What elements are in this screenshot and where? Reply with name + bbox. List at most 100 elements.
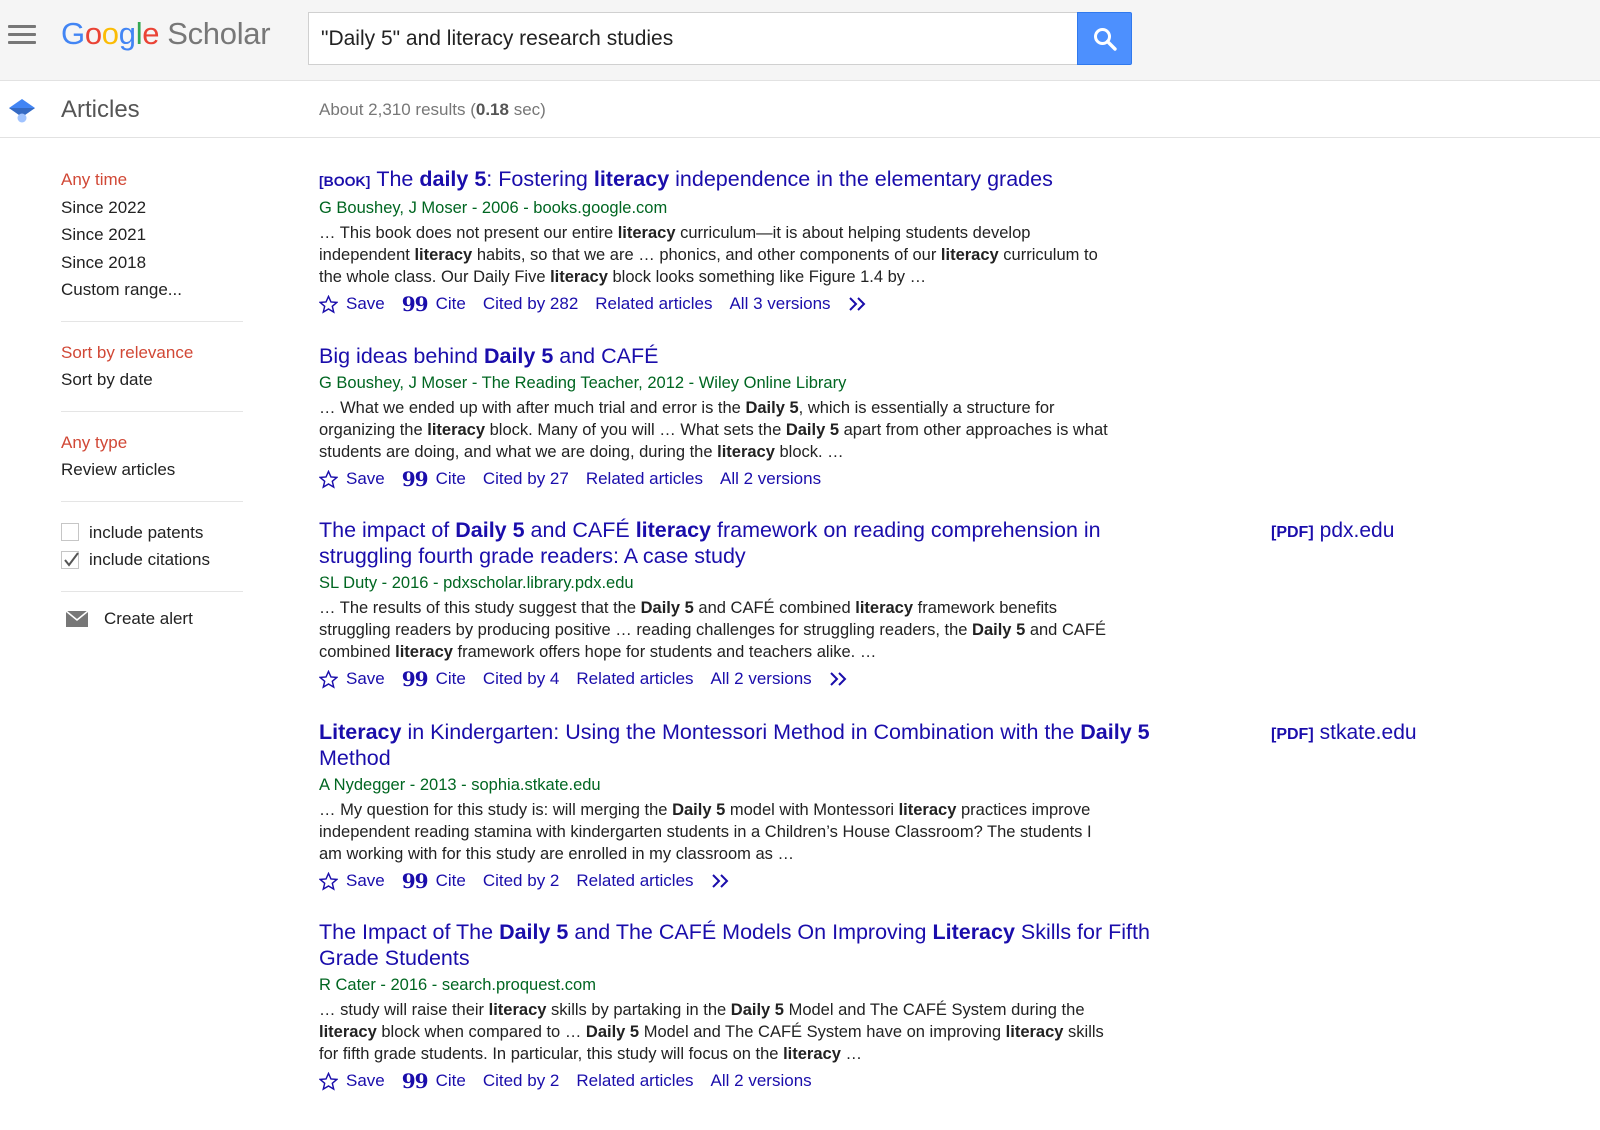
divider — [61, 590, 243, 592]
result-title[interactable]: The Impact of The Daily 5 and The CAFÉ M… — [319, 919, 1159, 971]
filter-any-time[interactable]: Any time — [61, 166, 243, 194]
cite-button[interactable]: 99 Cite — [402, 469, 466, 489]
star-icon — [319, 669, 338, 689]
create-alert-label: Create alert — [104, 608, 193, 628]
double-chevron-icon[interactable] — [829, 671, 851, 687]
result-meta: SL Duty - 2016 - pdxscholar.library.pdx.… — [319, 574, 634, 592]
cited-by-link[interactable]: Cited by 282 — [483, 294, 578, 314]
checkmark-icon — [64, 552, 79, 567]
search-result: Big ideas behind Daily 5 and CAFÉ G Bous… — [319, 343, 1219, 490]
sort-by-date[interactable]: Sort by date — [61, 366, 243, 394]
include-citations-checkbox[interactable]: include citations — [61, 546, 243, 574]
related-articles-link[interactable]: Related articles — [576, 871, 693, 891]
search-result: The impact of Daily 5 and CAFÉ literacy … — [319, 517, 1219, 690]
include-patents-checkbox[interactable]: include patents — [61, 519, 243, 547]
cite-button[interactable]: 99 Cite — [402, 871, 466, 891]
result-actions: Save 99 Cite Cited by 2 Related articles — [319, 870, 1219, 892]
related-articles-link[interactable]: Related articles — [576, 1071, 693, 1091]
result-meta: R Cater - 2016 - search.proquest.com — [319, 976, 596, 994]
cited-by-link[interactable]: Cited by 2 — [483, 1071, 560, 1091]
result-actions: Save 99 Cite Cited by 4 Related articles … — [319, 668, 1219, 690]
result-meta: G Boushey, J Moser - The Reading Teacher… — [319, 374, 847, 392]
result-snippet: … study will raise their literacy skills… — [319, 1001, 1104, 1063]
divider — [61, 410, 243, 412]
filter-custom-range[interactable]: Custom range... — [61, 276, 243, 304]
search-result: The Impact of The Daily 5 and The CAFÉ M… — [319, 919, 1219, 1092]
result-snippet: … This book does not present our entire … — [319, 224, 1098, 286]
star-icon — [319, 469, 338, 489]
results-count: About 2,310 results (0.18 sec) — [319, 100, 546, 119]
result-title[interactable]: [BOOK] The daily 5: Fostering literacy in… — [319, 166, 1159, 194]
result-actions: Save 99 Cite Cited by 27 Related articles… — [319, 468, 1219, 490]
save-button[interactable]: Save — [319, 469, 385, 489]
quote-icon: 99 — [401, 666, 429, 691]
quote-icon: 99 — [401, 1068, 429, 1093]
pdf-domain: stkate.edu — [1319, 721, 1417, 744]
top-bar: Google Scholar — [0, 0, 1600, 81]
quote-icon: 99 — [401, 466, 429, 491]
result-title[interactable]: The impact of Daily 5 and CAFÉ literacy … — [319, 517, 1159, 569]
save-button[interactable]: Save — [319, 669, 385, 689]
result-meta: A Nydegger - 2013 - sophia.stkate.edu — [319, 776, 601, 794]
sub-bar: Articles About 2,310 results (0.18 sec) — [0, 81, 1600, 138]
result-snippet: … The results of this study suggest that… — [319, 599, 1106, 661]
related-articles-link[interactable]: Related articles — [595, 294, 712, 314]
sort-by-relevance[interactable]: Sort by relevance — [61, 339, 243, 367]
section-title: Articles — [61, 96, 140, 123]
result-snippet: … What we ended up with after much trial… — [319, 399, 1108, 461]
cite-button[interactable]: 99 Cite — [402, 1071, 466, 1091]
star-icon — [319, 294, 338, 314]
graduation-cap-icon[interactable] — [8, 96, 36, 124]
search-result: [BOOK] The daily 5: Fostering literacy in… — [319, 166, 1219, 315]
versions-link[interactable]: All 2 versions — [711, 669, 812, 689]
cite-button[interactable]: 99 Cite — [402, 294, 466, 314]
cited-by-link[interactable]: Cited by 4 — [483, 669, 560, 689]
filter-any-type[interactable]: Any type — [61, 429, 243, 457]
sidebar: Any time Since 2022 Since 2021 Since 201… — [61, 166, 243, 629]
filter-since-2021[interactable]: Since 2021 — [61, 221, 243, 249]
save-button[interactable]: Save — [319, 1071, 385, 1091]
filter-review-articles[interactable]: Review articles — [61, 456, 243, 484]
result-meta: G Boushey, J Moser - 2006 - books.google… — [319, 199, 668, 217]
versions-link[interactable]: All 2 versions — [720, 469, 821, 489]
double-chevron-icon[interactable] — [711, 873, 733, 889]
pdf-link[interactable]: [PDF] pdx.edu — [1271, 519, 1394, 543]
result-title[interactable]: Literacy in Kindergarten: Using the Mont… — [319, 719, 1159, 771]
star-icon — [319, 1071, 338, 1091]
quote-icon: 99 — [401, 291, 429, 316]
pdf-domain: pdx.edu — [1319, 519, 1395, 542]
include-citations-label: include citations — [89, 550, 210, 569]
star-icon — [319, 871, 338, 891]
create-alert-button[interactable]: Create alert — [61, 609, 243, 629]
cited-by-link[interactable]: Cited by 27 — [483, 469, 569, 489]
search-input[interactable] — [308, 12, 1078, 65]
include-patents-label: include patents — [89, 522, 204, 542]
cite-button[interactable]: 99 Cite — [402, 669, 466, 689]
checkbox-unchecked[interactable] — [61, 523, 79, 542]
filter-since-2022[interactable]: Since 2022 — [61, 194, 243, 222]
google-scholar-logo[interactable]: Google Scholar — [61, 16, 271, 52]
versions-link[interactable]: All 2 versions — [711, 1071, 812, 1091]
result-title[interactable]: Big ideas behind Daily 5 and CAFÉ — [319, 343, 1159, 369]
related-articles-link[interactable]: Related articles — [586, 469, 703, 489]
checkbox-checked[interactable] — [61, 550, 79, 569]
cited-by-link[interactable]: Cited by 2 — [483, 871, 560, 891]
double-chevron-icon[interactable] — [848, 296, 870, 312]
pdf-tag: [PDF] — [1271, 524, 1314, 541]
related-articles-link[interactable]: Related articles — [576, 669, 693, 689]
divider — [61, 500, 243, 502]
versions-link[interactable]: All 3 versions — [729, 294, 830, 314]
divider — [61, 320, 243, 322]
result-type-tag: [BOOK] — [319, 173, 371, 189]
menu-icon[interactable] — [8, 25, 36, 47]
save-button[interactable]: Save — [319, 871, 385, 891]
result-actions: Save 99 Cite Cited by 282 Related article… — [319, 293, 1219, 315]
save-button[interactable]: Save — [319, 294, 385, 314]
filter-since-2018[interactable]: Since 2018 — [61, 249, 243, 277]
search-icon — [1093, 27, 1117, 51]
logo-scholar-text: Scholar — [167, 16, 271, 51]
pdf-link[interactable]: [PDF] stkate.edu — [1271, 721, 1417, 745]
search-button[interactable] — [1077, 12, 1132, 65]
result-actions: Save 99 Cite Cited by 2 Related articles … — [319, 1070, 1219, 1092]
result-snippet: … My question for this study is: will me… — [319, 801, 1092, 863]
